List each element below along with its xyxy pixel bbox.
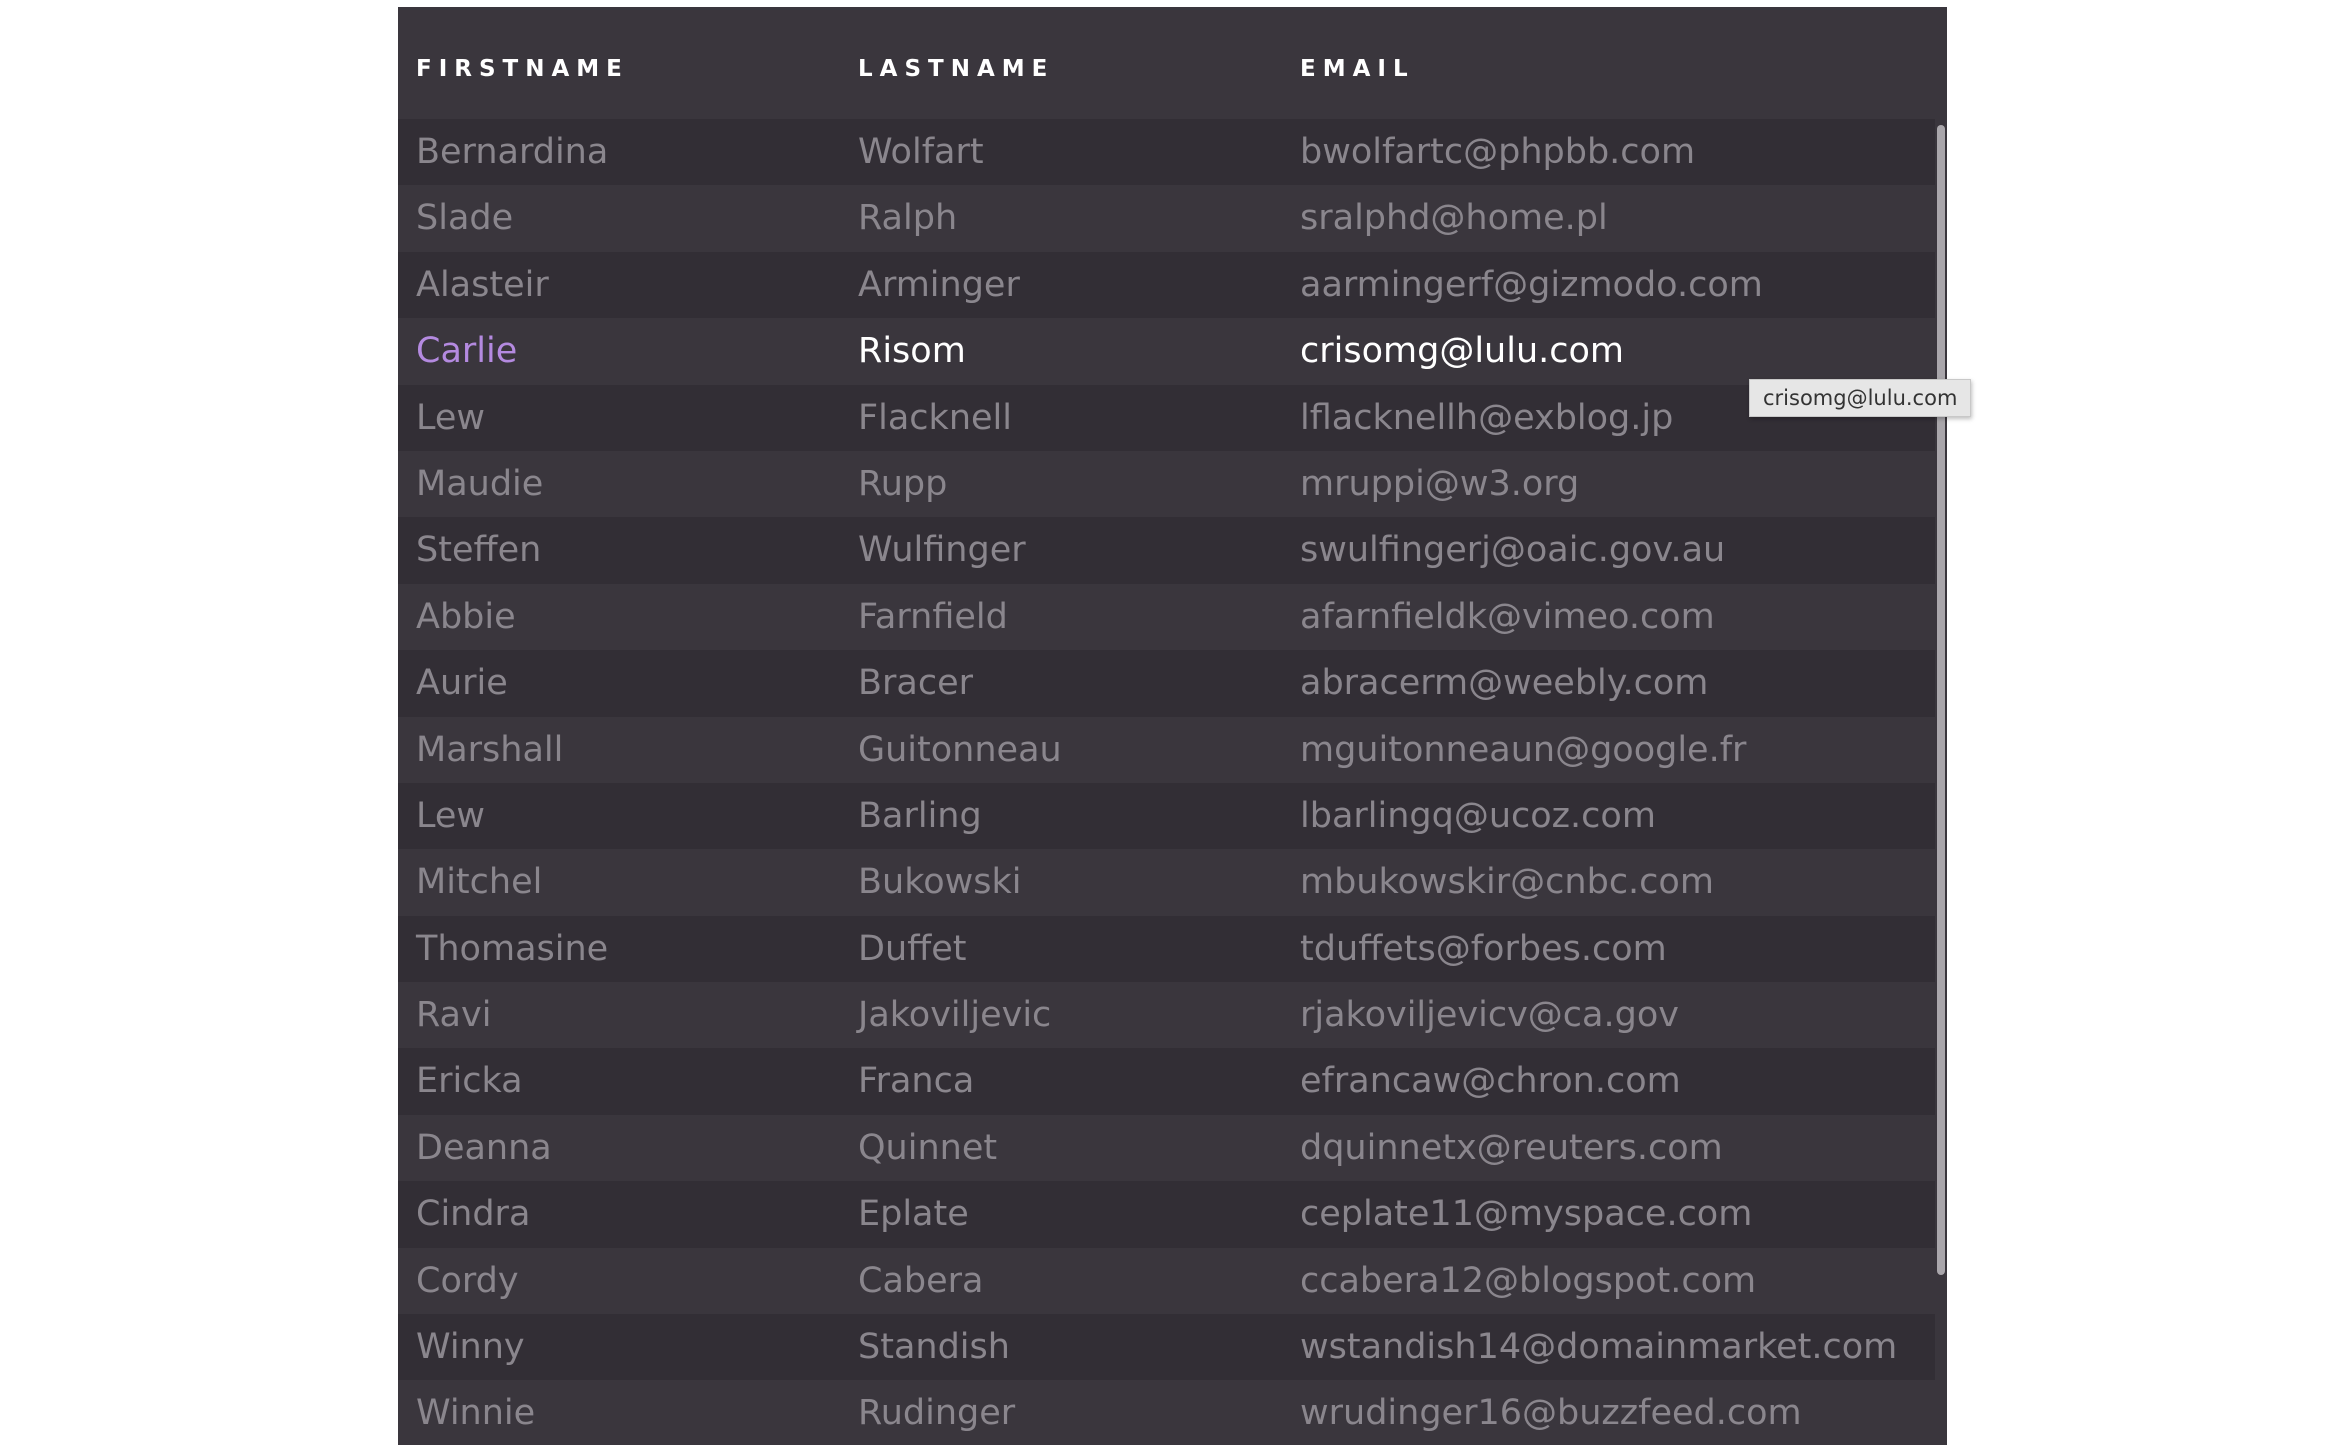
table-header: FIRSTNAME LASTNAME EMAIL xyxy=(398,7,1947,119)
cell-firstname: Winnie xyxy=(416,1393,536,1434)
cell-lastname: Bukowski xyxy=(858,862,1022,903)
cell-lastname: Arminger xyxy=(858,264,1020,305)
cell-lastname: Cabera xyxy=(858,1260,984,1301)
cell-firstname: Abbie xyxy=(416,596,516,637)
cell-firstname: Winny xyxy=(416,1327,525,1368)
vertical-scrollbar[interactable] xyxy=(1935,119,1947,1445)
cell-email: mruppi@w3.org xyxy=(1300,463,1580,504)
cell-firstname: Bernardina xyxy=(416,132,609,172)
cell-lastname: Farnfield xyxy=(858,596,1008,637)
cell-email: abracerm@weebly.com xyxy=(1300,663,1709,704)
table-row[interactable]: Ericka Franca efrancaw@chron.com xyxy=(398,1048,1935,1115)
cell-firstname: Ravi xyxy=(416,995,492,1036)
cell-firstname: Deanna xyxy=(416,1127,552,1168)
cell-lastname: Flacknell xyxy=(858,397,1012,438)
table-row[interactable]: Bernardina Wolfart bwolfartc@phpbb.com xyxy=(398,119,1935,186)
table-row[interactable]: Lew Flacknell lflacknellh@exblog.jp xyxy=(398,384,1935,451)
cell-email: lbarlingq@ucoz.com xyxy=(1300,795,1656,836)
cell-firstname: Steffen xyxy=(416,530,542,571)
cell-lastname: Guitonneau xyxy=(858,729,1062,770)
cell-firstname: Thomasine xyxy=(416,928,609,969)
cell-email: wstandish14@domainmarket.com xyxy=(1300,1327,1898,1368)
cell-lastname: Franca xyxy=(858,1061,975,1102)
table-row[interactable]: Abbie Farnfield afarnfieldk@vimeo.com xyxy=(398,583,1935,651)
cell-lastname: Rupp xyxy=(858,463,948,504)
cell-lastname: Rudinger xyxy=(858,1393,1016,1434)
table-row[interactable]: Slade Ralph sralphd@home.pl xyxy=(398,185,1935,252)
table-row[interactable]: Cordy Cabera ccabera12@blogspot.com xyxy=(398,1247,1935,1315)
column-header-firstname[interactable]: FIRSTNAME xyxy=(416,56,629,82)
cell-lastname: Standish xyxy=(858,1327,1010,1368)
cell-email: efrancaw@chron.com xyxy=(1300,1061,1681,1102)
cell-lastname: Barling xyxy=(858,795,982,836)
cell-email: afarnfieldk@vimeo.com xyxy=(1300,596,1715,637)
cell-email: mbukowskir@cnbc.com xyxy=(1300,862,1714,903)
cell-email: rjakoviljevicv@ca.gov xyxy=(1300,995,1679,1036)
table-row[interactable]: Aurie Bracer abracerm@weebly.com xyxy=(398,650,1935,717)
cell-firstname: Lew xyxy=(416,795,486,836)
cell-email: aarmingerf@gizmodo.com xyxy=(1300,264,1763,305)
cell-lastname: Duffet xyxy=(858,928,967,969)
cell-email: dquinnetx@reuters.com xyxy=(1300,1127,1723,1168)
cell-email: wrudinger16@buzzfeed.com xyxy=(1300,1393,1802,1434)
cell-email: tduffets@forbes.com xyxy=(1300,928,1667,969)
column-header-lastname[interactable]: LASTNAME xyxy=(858,56,1054,82)
cell-firstname: Slade xyxy=(416,198,514,239)
cell-lastname: Eplate xyxy=(858,1194,969,1235)
cell-firstname: Lew xyxy=(416,397,486,438)
cell-lastname: Quinnet xyxy=(858,1127,998,1168)
scrollbar-thumb[interactable] xyxy=(1937,125,1945,1275)
table-row[interactable]: Ravi Jakoviljevic rjakoviljevicv@ca.gov xyxy=(398,982,1935,1049)
cell-firstname: Marshall xyxy=(416,729,564,770)
cell-lastname: Bracer xyxy=(858,663,974,704)
table-body: Bernardina Wolfart bwolfartc@phpbb.com Slad… xyxy=(398,119,1935,1445)
cell-firstname: Aurie xyxy=(416,663,508,704)
cell-firstname: Mitchel xyxy=(416,862,543,903)
cell-email: bwolfartc@phpbb.com xyxy=(1300,132,1696,172)
table-row[interactable]: Alasteir Arminger aarmingerf@gizmodo.com xyxy=(398,251,1935,319)
table-row[interactable]: Maudie Rupp mruppi@w3.org xyxy=(398,450,1935,518)
table-row[interactable]: Marshall Guitonneau mguitonneaun@google.fr xyxy=(398,716,1935,783)
cell-lastname: Ralph xyxy=(858,198,958,239)
table-row[interactable]: Winnie Rudinger wrudinger16@buzzfeed.com xyxy=(398,1380,1935,1445)
cell-lastname: Wolfart xyxy=(858,132,984,172)
cell-firstname: Ericka xyxy=(416,1061,523,1102)
cell-email: crisomg@lulu.com xyxy=(1300,331,1625,372)
cell-email: mguitonneaun@google.fr xyxy=(1300,729,1747,770)
cell-email: swulfingerj@oaic.gov.au xyxy=(1300,530,1726,571)
cell-email: sralphd@home.pl xyxy=(1300,198,1608,239)
table-row[interactable]: Thomasine Duffet tduffets@forbes.com xyxy=(398,915,1935,983)
table-row[interactable]: Deanna Quinnet dquinnetx@reuters.com xyxy=(398,1114,1935,1182)
table-row[interactable]: Winny Standish wstandish14@domainmarket.co… xyxy=(398,1314,1935,1381)
table-row[interactable]: Carlie Risom crisomg@lulu.com xyxy=(398,318,1935,385)
cell-firstname: Cordy xyxy=(416,1260,519,1301)
email-tooltip: crisomg@lulu.com xyxy=(1749,379,1972,417)
cell-lastname: Risom xyxy=(858,331,966,372)
cell-firstname: Alasteir xyxy=(416,264,549,305)
cell-firstname: Carlie xyxy=(416,331,518,372)
cell-email: lflacknellh@exblog.jp xyxy=(1300,397,1674,438)
table-row[interactable]: Mitchel Bukowski mbukowskir@cnbc.com xyxy=(398,849,1935,916)
column-header-email[interactable]: EMAIL xyxy=(1300,56,1415,82)
table-row[interactable]: Steffen Wulfinger swulfingerj@oaic.gov.au xyxy=(398,517,1935,584)
table-row[interactable]: Lew Barling lbarlingq@ucoz.com xyxy=(398,782,1935,850)
cell-email: ceplate11@myspace.com xyxy=(1300,1194,1753,1235)
cell-firstname: Cindra xyxy=(416,1194,531,1235)
cell-email: ccabera12@blogspot.com xyxy=(1300,1260,1757,1301)
data-table: FIRSTNAME LASTNAME EMAIL Bernardina Wolfa… xyxy=(398,7,1947,1445)
cell-lastname: Jakoviljevic xyxy=(858,995,1052,1036)
cell-firstname: Maudie xyxy=(416,463,544,504)
cell-lastname: Wulfinger xyxy=(858,530,1026,571)
table-row[interactable]: Cindra Eplate ceplate11@myspace.com xyxy=(398,1181,1935,1248)
